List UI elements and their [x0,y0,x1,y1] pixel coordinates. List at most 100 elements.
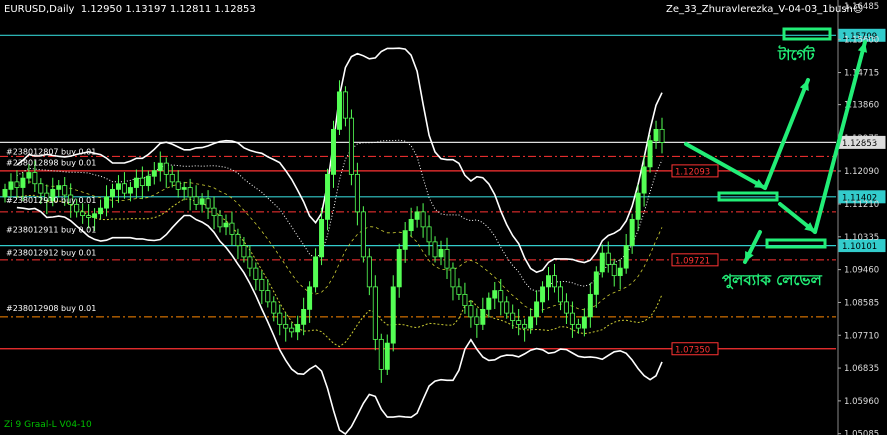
candle-body [581,316,587,329]
candle-body [181,187,187,190]
candle-body [534,301,540,318]
candle-body [80,211,86,217]
pullback-annotation: পুলব্যাক লেভেল [722,271,823,289]
candle-body [139,177,145,187]
candle-body [92,213,98,218]
candle-body [492,290,498,299]
candle-body [540,286,546,303]
candle-body [211,207,217,217]
candle-body [241,245,247,258]
y-tick-label: 1.14715 [844,69,879,79]
candle-body [569,312,575,325]
candle-body [420,211,426,228]
candle-body [14,181,20,188]
candle-body [342,91,348,119]
order-label: #238012898 buy 0.01 [6,159,96,168]
candle-body [20,177,26,188]
candle-body [169,173,175,183]
candle-body [265,290,271,303]
order-label: #238012908 buy 0.01 [6,304,96,313]
candle-body [563,301,569,314]
candle-body [163,162,169,175]
price-label: 1.07350 [675,345,710,355]
candle-body [635,192,641,220]
symbol-title: EURUSD,Daily 1.12950 1.13197 1.12811 1.1… [4,4,256,15]
candle-body [366,256,372,288]
candle-body [384,342,390,370]
candle-body [56,185,62,190]
candlestick-series [2,80,665,383]
y-tick-label: 1.07710 [844,331,879,341]
candle-body [133,177,139,188]
candle-body [617,267,623,277]
candle-body [145,175,151,187]
candle-body [151,170,157,177]
footer-indicator-label: Zi 9 Graal-L V04-10 [4,420,92,430]
candle-body [552,275,557,288]
order-label: #238012911 buy 0.01 [6,225,96,234]
candle-body [522,323,528,329]
candle-body [354,173,360,213]
candle-body [277,312,283,325]
candle-body [127,187,133,194]
candle-body [426,226,432,243]
candle-body [486,297,492,310]
candle-body [187,187,193,198]
price-chart[interactable]: 1.157091.128531.120931.114021.101011.097… [0,0,887,435]
candle-body [402,230,408,250]
candle-body [593,271,599,295]
candle-body [599,252,605,273]
candle-body [462,293,468,307]
candle-body [641,166,647,194]
candle-body [301,308,307,325]
candle-body [414,211,420,220]
target-box [782,27,832,41]
y-tick-label: 1.06835 [844,364,879,374]
y-tick-label: 1.15600 [844,35,879,45]
candle-body [325,173,331,220]
candle-body [659,128,665,143]
candle-body [331,128,336,175]
arrow-to-target-1 [763,78,810,190]
candle-body [432,241,438,258]
candle-body [575,323,581,329]
candle-body [336,91,342,130]
candle-body [110,188,115,198]
candle-body [259,278,265,292]
candle-body [396,248,402,288]
candle-body [38,183,44,194]
candle-body [653,128,659,142]
candle-body [8,181,14,190]
candle-body [510,312,516,322]
candle-body [283,323,289,329]
candle-body [247,256,253,269]
candle-body [480,308,486,325]
candle-body [223,222,229,228]
candle-body [104,196,110,209]
candle-body [611,263,617,277]
candle-body [32,172,38,185]
candle-body [468,305,474,318]
candle-body [474,316,480,325]
indicator-title: Ze_33_Zhuravlerezka_V-04-03_1bush☺ [666,4,864,15]
order-label: #238012807 buy 0.01 [6,147,96,156]
candle-body [348,117,354,175]
candle-body [623,245,629,269]
candle-body [546,275,552,288]
candle-body [253,267,259,280]
candle-body [86,215,92,218]
candle-body [157,162,163,172]
lower-band [16,206,663,435]
candle-body [528,316,534,329]
candle-body [115,183,121,190]
y-tick-label: 1.08585 [844,298,879,308]
order-label: #238012912 buy 0.01 [6,249,96,258]
candle-body [235,233,241,247]
candle-body [217,215,223,228]
candle-body [629,218,635,247]
candle-body [193,196,199,205]
y-tick-label: 1.09460 [844,266,879,276]
candle-body [175,181,181,190]
candle-body [62,185,68,196]
candle-body [372,286,378,340]
